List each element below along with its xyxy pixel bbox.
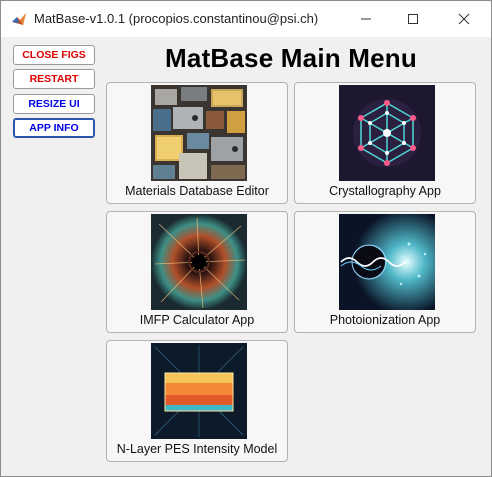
materials-database-editor-tile[interactable]: Materials Database Editor	[106, 82, 288, 204]
photon-beam-image	[339, 214, 435, 310]
resize-ui-button[interactable]: RESIZE UI	[13, 94, 95, 114]
page-title: MatBase Main Menu	[165, 43, 417, 73]
tile-label: N-Layer PES Intensity Model	[116, 442, 278, 456]
crystallography-app-tile[interactable]: Crystallography App	[294, 82, 476, 204]
minimize-icon	[361, 18, 371, 20]
tile-label: IMFP Calculator App	[139, 313, 255, 327]
close-icon	[458, 13, 470, 25]
close-figs-button[interactable]: CLOSE FIGS	[13, 45, 95, 65]
photoionization-app-tile[interactable]: Photoionization App	[294, 211, 476, 333]
restart-button[interactable]: RESTART	[13, 69, 95, 89]
maximize-icon	[408, 14, 418, 24]
layer-stack-image	[151, 343, 247, 439]
imfp-calculator-app-tile[interactable]: IMFP Calculator App	[106, 211, 288, 333]
app-info-button[interactable]: APP INFO	[13, 118, 95, 138]
matbase-window: MatBase-v1.0.1 (procopios.constantinou@p…	[0, 0, 492, 477]
title-bar: MatBase-v1.0.1 (procopios.constantinou@p…	[1, 1, 491, 37]
tile-label: Crystallography App	[329, 184, 441, 198]
maximize-button[interactable]	[390, 1, 436, 37]
n-layer-pes-intensity-model-tile[interactable]: N-Layer PES Intensity Model	[106, 340, 288, 462]
tile-label: Materials Database Editor	[125, 184, 269, 198]
materials-chips-image	[151, 85, 247, 181]
minimize-button[interactable]	[343, 1, 389, 37]
matlab-app-icon	[11, 11, 27, 27]
tile-label: Photoionization App	[329, 313, 441, 327]
electron-scatter-image	[151, 214, 247, 310]
close-button[interactable]	[441, 1, 487, 37]
crystal-lattice-image	[339, 85, 435, 181]
window-title: MatBase-v1.0.1 (procopios.constantinou@p…	[34, 11, 319, 26]
